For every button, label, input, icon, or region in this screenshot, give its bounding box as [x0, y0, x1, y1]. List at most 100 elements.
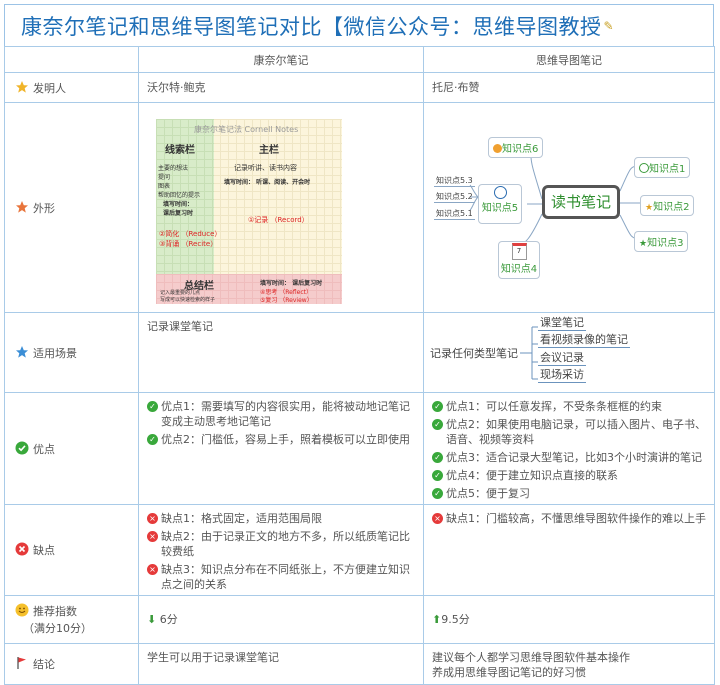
mindmap-scene-cell: 记录任何类型笔记 课堂笔记 看视频录像的笔记 会议记录 现场采访	[423, 312, 715, 393]
mindmap-pro-1: 优点1：可以任意发挥，不受条条框框的约束	[446, 400, 662, 413]
cornell-inventor: 沃尔特·鲍克	[138, 72, 424, 103]
cue-item: 主要的想法	[158, 165, 189, 172]
cue-item: 帮助回忆的提示	[158, 192, 201, 199]
mindmap-node-1: 知识点1	[634, 157, 691, 178]
reduce-step: ②简化 （Reduce）	[159, 230, 222, 238]
cornell-conclusion: 学生可以用于记录课堂笔记	[138, 643, 424, 685]
mindmap-con-1: 缺点1：门槛较高，不懂思维导图软件操作的难以上手	[446, 512, 706, 525]
scene-item-1: 课堂笔记	[538, 316, 586, 331]
mindmap-conclusion-1: 建议每个人都学习思维导图软件基本操作	[432, 651, 630, 664]
mindmap-node-3: ★知识点3	[634, 231, 689, 252]
header-mindmap: 思维导图笔记	[423, 46, 715, 73]
row-label-scene: 适用场景	[4, 312, 139, 393]
check-icon: ✓	[432, 488, 443, 499]
main-time: 填写时间： 听课、阅读、开会时	[224, 179, 311, 186]
star-gold-icon	[15, 80, 29, 94]
record-step: ①记录 （Record）	[248, 216, 309, 224]
cornell-pros: ✓ 优点1：需要填写的内容很实用，能将被动地记笔记变成主动思考地记笔记 ✓ 优点2：…	[138, 392, 424, 505]
scene-tree: 记录任何类型笔记 课堂笔记 看视频录像的笔记 会议记录 现场采访	[424, 313, 715, 393]
mindmap-leaf-5-1: 知识点5.1	[434, 209, 475, 220]
row-label-pros: 优点	[4, 392, 139, 505]
scene-item-4: 现场采访	[538, 368, 586, 383]
row-conclusion: 结论 学生可以用于记录课堂笔记 建议每个人都学习思维导图软件基本操作 养成用思维…	[4, 643, 715, 685]
mindmap-pro-2: 优点2：如果使用电脑记录，可以插入图片、电子书、语音、视频等资料	[446, 418, 706, 446]
mindmap-node-4: 7 知识点4	[498, 241, 540, 279]
mindmap-pro-item: ✓ 优点5：便于复习	[432, 486, 708, 501]
cornell-rating-value: 6分	[159, 613, 178, 626]
node-3-label: 知识点3	[647, 238, 684, 249]
mindmap-node-5: 知识点5	[478, 184, 522, 224]
flag-icon	[15, 656, 29, 670]
scene-item-3: 会议记录	[538, 351, 586, 366]
cornell-pro-2: 优点2：门槛低，容易上手，照着模板可以立即使用	[161, 433, 410, 446]
cornell-con-2: 缺点2：由于记录正文的地方不多，所以纸质笔记比较费纸	[161, 530, 410, 558]
page-title: 康奈尔笔记和思维导图笔记对比【微信公众号：思维导图教授	[21, 14, 602, 39]
node-2-label: 知识点2	[653, 202, 690, 213]
arrow-down-icon: ⬇	[147, 613, 157, 626]
cue-item: 图表	[158, 183, 171, 190]
header-empty-cell	[4, 46, 139, 73]
label-pros-text: 优点	[33, 442, 55, 456]
cornell-cons: × 缺点1：格式固定，适用范围局限 × 缺点2：由于记录正文的地方不多，所以纸质笔记…	[138, 504, 424, 596]
check-circle-icon	[15, 441, 29, 455]
row-label-appearance: 外形	[4, 102, 139, 313]
mindmap-rating: ⬆9.5分	[423, 595, 715, 644]
smiley-icon	[15, 603, 29, 617]
ball-icon	[493, 144, 502, 153]
check-icon: ✓	[432, 419, 443, 430]
row-label-cons: 缺点	[4, 504, 139, 596]
cornell-con-item: × 缺点1：格式固定，适用范围局限	[147, 511, 417, 526]
row-label-rating: 推荐指数 （满分10分）	[4, 595, 139, 644]
mindmap-conclusion-2: 养成用思维导图记笔记的好习惯	[432, 666, 586, 679]
node-4-label: 知识点4	[500, 264, 538, 275]
mindmap-pro-3: 优点3：适合记录大型笔记，比如3个小时演讲的笔记	[446, 451, 702, 464]
mindmap-pro-item: ✓ 优点1：可以任意发挥，不受条条框框的约束	[432, 399, 708, 414]
cornell-con-item: × 缺点2：由于记录正文的地方不多，所以纸质笔记比较费纸	[147, 529, 417, 559]
star-orange-icon	[15, 200, 29, 214]
x-icon: ×	[147, 513, 158, 524]
check-icon: ✓	[432, 470, 443, 481]
scene-item-2: 看视频录像的笔记	[538, 333, 630, 348]
x-circle-icon	[15, 542, 29, 556]
mindmap-con-item: × 缺点1：门槛较高，不懂思维导图软件操作的难以上手	[432, 511, 708, 526]
label-scene-text: 适用场景	[33, 346, 77, 360]
row-label-inventor: 发明人	[4, 72, 139, 103]
check-icon: ✓	[432, 452, 443, 463]
label-appearance-text: 外形	[33, 201, 55, 215]
label-rating-text: 推荐指数	[33, 604, 77, 618]
mindmap-cons: × 缺点1：门槛较高，不懂思维导图软件操作的难以上手	[423, 504, 715, 596]
check-icon: ✓	[432, 401, 443, 412]
mindmap-inventor: 托尼·布赞	[423, 72, 715, 103]
mindmap-rating-value: 9.5分	[441, 613, 470, 626]
cornell-rating: ⬇ 6分	[138, 595, 424, 644]
main-title: 主栏	[259, 145, 279, 156]
mindmap-pros: ✓ 优点1：可以任意发挥，不受条条框框的约束 ✓ 优点2：如果使用电脑记录，可以插入…	[423, 392, 715, 505]
node-5-label: 知识点5	[481, 203, 519, 214]
cue-item: 提问	[158, 174, 171, 181]
node-1-label: 知识点1	[649, 164, 686, 175]
cornell-heading: 康奈尔笔记法 Cornell Notes	[194, 125, 299, 134]
row-rating: 推荐指数 （满分10分） ⬇ 6分 ⬆9.5分	[4, 595, 715, 644]
star-blue-icon	[15, 345, 29, 359]
clock-icon	[493, 186, 507, 199]
summary-item: 记入最重要的几点	[160, 290, 201, 296]
cue-after-class: 课后复习时	[163, 210, 194, 217]
cue-fill-time: 填写时间：	[163, 201, 194, 208]
cornell-con-3: 缺点3：知识点分布在不同纸张上，不方便建立知识点之间的关系	[161, 563, 410, 591]
row-scene: 适用场景 记录课堂笔记 记录任何类型笔记 课堂笔记 看视频录像的笔记 会议记录 …	[4, 312, 715, 393]
mindmap-pro-item: ✓ 优点3：适合记录大型笔记，比如3个小时演讲的笔记	[432, 450, 708, 465]
main-note: 记录听讲、读书内容	[234, 164, 297, 172]
mindmap-node-6: 知识点6	[488, 137, 544, 158]
cornell-con-1: 缺点1：格式固定，适用范围局限	[161, 512, 322, 525]
x-icon: ×	[147, 531, 158, 542]
star-icon: ★	[639, 239, 648, 249]
title-bar: 康奈尔笔记和思维导图笔记对比【微信公众号：思维导图教授 ✎	[4, 4, 714, 46]
cornell-pro-item: ✓ 优点2：门槛低，容易上手，照着模板可以立即使用	[147, 432, 417, 447]
header-cornell: 康奈尔笔记	[138, 46, 424, 73]
mindmap-image: 读书笔记 知识点6 知识点1 ★知识点2 ★知识点3 7 知识点4 知识点5 知…	[430, 119, 714, 284]
label-cons-text: 缺点	[33, 544, 55, 557]
calendar-icon: 7	[511, 243, 527, 260]
summary-time: 填写时间： 课后复习时	[260, 280, 323, 287]
pencil-icon: ✎	[603, 18, 614, 33]
cue-title: 线索栏	[165, 145, 195, 156]
